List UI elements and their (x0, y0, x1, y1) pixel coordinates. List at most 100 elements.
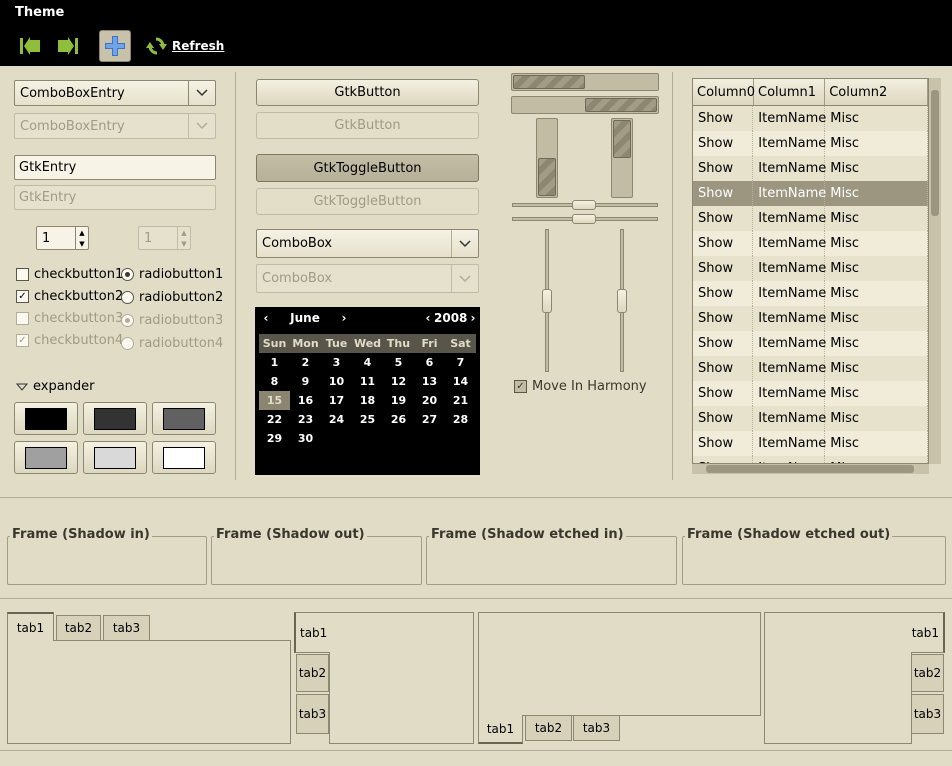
calendar-day[interactable]: 24 (321, 410, 352, 429)
calendar-day[interactable]: 3 (321, 353, 352, 372)
tree-body[interactable]: Show ItemName Misc Show ItemName Misc Show Item… (693, 106, 928, 463)
notebook-right-tab-2[interactable]: tab2 (911, 654, 944, 692)
calendar-day[interactable]: 9 (290, 372, 321, 391)
notebook-left-tab-1[interactable]: tab1 (294, 612, 330, 653)
hscale-1[interactable] (512, 200, 658, 210)
table-row[interactable]: ShowItemNameMisc (693, 156, 928, 181)
table-row[interactable]: ShowItemNameMisc (693, 206, 928, 231)
notebook-top-tab-3[interactable]: tab3 (103, 615, 150, 641)
calendar-day[interactable]: 30 (290, 429, 321, 448)
radio-icon[interactable] (121, 291, 134, 304)
radiobutton-2[interactable]: radiobutton2 (121, 290, 223, 305)
expander[interactable]: expander (16, 379, 95, 394)
notebook-right-tab-1[interactable]: tab1 (911, 612, 945, 653)
calendar-day[interactable]: 4 (352, 353, 383, 372)
table-row[interactable]: ShowItemNameMisc (693, 231, 928, 256)
calendar-day[interactable]: 6 (414, 353, 445, 372)
calendar-day[interactable]: 19 (383, 391, 414, 410)
notebook-top-tab-2[interactable]: tab2 (56, 615, 101, 641)
checkbox-checked-icon[interactable]: ✓ (514, 380, 527, 393)
table-row[interactable]: ShowItemNameMisc (693, 256, 928, 281)
refresh-button[interactable]: Refresh (146, 30, 226, 62)
spin-down-icon[interactable]: ▼ (79, 240, 84, 248)
calendar-day[interactable]: 29 (259, 429, 290, 448)
slider-handle[interactable] (617, 289, 627, 313)
gtk-button[interactable]: GtkButton (256, 79, 479, 106)
spin-up-icon[interactable]: ▲ (79, 229, 84, 237)
prev-month-icon[interactable]: ‹ (257, 311, 275, 325)
checkbox-icon[interactable] (16, 268, 29, 281)
notebook-bottom-tab-3[interactable]: tab3 (573, 715, 620, 741)
calendar-day[interactable]: 2 (290, 353, 321, 372)
calendar-day[interactable]: 10 (321, 372, 352, 391)
table-row[interactable]: ShowItemNameMisc (693, 406, 928, 431)
column-header-2[interactable]: Column2 (825, 79, 928, 105)
calendar-day[interactable]: 17 (321, 391, 352, 410)
slider-handle[interactable] (572, 214, 596, 224)
text-entry[interactable]: GtkEntry (14, 155, 216, 180)
notebook-top-tab-1[interactable]: tab1 (7, 612, 54, 641)
add-button[interactable] (99, 30, 131, 62)
notebook-right-tab-3[interactable]: tab3 (911, 694, 944, 734)
calendar-day[interactable]: 26 (383, 410, 414, 429)
column-header-0[interactable]: Column0 (693, 79, 755, 105)
radio-selected-icon[interactable] (121, 268, 134, 281)
move-in-harmony-check[interactable]: ✓ Move In Harmony (514, 379, 647, 394)
radiobutton-1[interactable]: radiobutton1 (121, 267, 223, 282)
gtk-toggle-button[interactable]: GtkToggleButton (256, 154, 479, 182)
calendar-day[interactable]: 13 (414, 372, 445, 391)
notebook-bottom-tab-2[interactable]: tab2 (525, 715, 572, 741)
calendar[interactable]: ‹ June › ‹ 2008 › Sun Mon Tue Wed Thu Fri Sat 1… (255, 307, 480, 475)
color-button-1[interactable] (14, 402, 78, 435)
notebook-left-tab-3[interactable]: tab3 (296, 694, 329, 734)
calendar-day[interactable]: 5 (383, 353, 414, 372)
expander-arrow-icon[interactable] (16, 382, 28, 392)
color-button-5[interactable] (83, 441, 147, 474)
table-row[interactable]: ShowItemNameMisc (693, 181, 928, 206)
hscale-2[interactable] (512, 214, 658, 224)
table-row[interactable]: ShowItemNameMisc (693, 456, 928, 463)
horizontal-scrollbar[interactable] (692, 464, 929, 474)
table-row[interactable]: ShowItemNameMisc (693, 106, 928, 131)
calendar-day[interactable]: 21 (445, 391, 476, 410)
prev-year-icon[interactable]: ‹ (422, 311, 434, 325)
spin-button[interactable]: 1 ▲ ▼ (36, 226, 89, 250)
color-button-4[interactable] (14, 441, 78, 474)
column-header-1[interactable]: Column1 (754, 79, 826, 105)
calendar-day[interactable]: 11 (352, 372, 383, 391)
notebook-bottom-tab-1[interactable]: tab1 (478, 715, 523, 744)
combo-box-entry-text[interactable]: ComboBoxEntry (15, 86, 188, 101)
chevron-down-icon[interactable] (451, 230, 478, 257)
checkbutton-2[interactable]: ✓ checkbutton2 (16, 289, 123, 304)
calendar-day[interactable]: 25 (352, 410, 383, 429)
calendar-day[interactable]: 7 (445, 353, 476, 372)
vscale-1[interactable] (542, 229, 552, 372)
goto-first-button[interactable] (14, 30, 46, 62)
table-row[interactable]: ShowItemNameMisc (693, 131, 928, 156)
notebook-left-tab-2[interactable]: tab2 (296, 654, 329, 692)
calendar-day[interactable]: 15 (259, 391, 290, 410)
tree-view[interactable]: Column0 Column1 Column2 Show ItemName Misc… (692, 78, 929, 464)
calendar-day[interactable]: 22 (259, 410, 290, 429)
chevron-down-icon[interactable] (188, 81, 215, 105)
calendar-day[interactable]: 27 (414, 410, 445, 429)
calendar-day[interactable]: 1 (259, 353, 290, 372)
color-button-2[interactable] (83, 402, 147, 435)
slider-handle[interactable] (572, 200, 596, 210)
table-row[interactable]: ShowItemNameMisc (693, 331, 928, 356)
combo-box[interactable]: ComboBox (256, 229, 479, 258)
calendar-day[interactable]: 20 (414, 391, 445, 410)
calendar-day[interactable]: 28 (445, 410, 476, 429)
calendar-day[interactable]: 16 (290, 391, 321, 410)
table-row[interactable]: ShowItemNameMisc (693, 381, 928, 406)
table-row[interactable]: ShowItemNameMisc (693, 306, 928, 331)
calendar-day[interactable]: 8 (259, 372, 290, 391)
goto-last-button[interactable] (52, 30, 84, 62)
vscale-2[interactable] (617, 229, 627, 372)
calendar-day[interactable]: 18 (352, 391, 383, 410)
slider-handle[interactable] (542, 289, 552, 313)
color-button-6[interactable] (152, 441, 216, 474)
calendar-day[interactable]: 14 (445, 372, 476, 391)
spin-value[interactable]: 1 (37, 231, 75, 246)
next-month-icon[interactable]: › (335, 311, 353, 325)
